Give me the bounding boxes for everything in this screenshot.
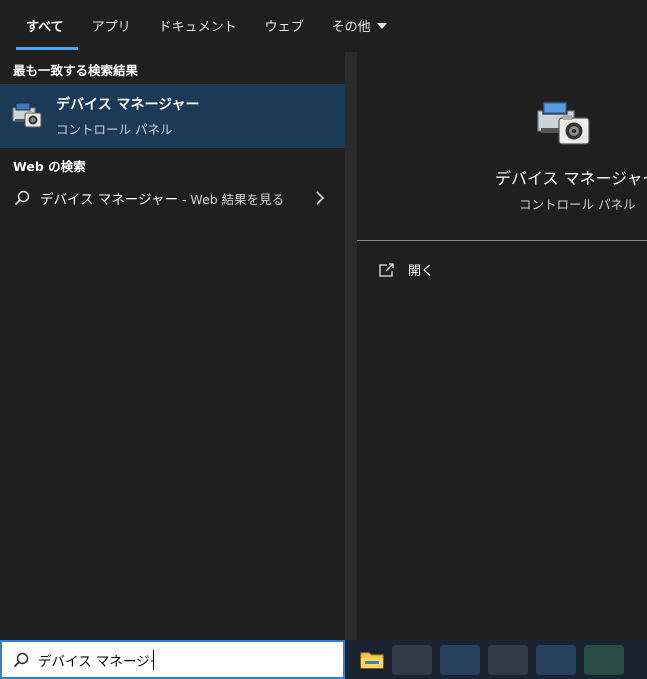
open-icon — [379, 262, 394, 277]
chevron-right-icon[interactable] — [315, 191, 325, 205]
search-box[interactable] — [0, 640, 345, 679]
taskbar-app-icon[interactable] — [488, 644, 528, 675]
preview-title: デバイス マネージャー — [495, 169, 647, 188]
chevron-down-icon — [376, 23, 387, 29]
open-action[interactable]: 開く — [379, 260, 434, 279]
web-search-suffix: - Web 結果を見る — [181, 191, 285, 207]
best-match-title: デバイス マネージャー — [56, 97, 200, 113]
text-cursor — [153, 649, 154, 670]
search-icon — [13, 652, 29, 667]
tab-more[interactable]: その他 — [318, 0, 401, 50]
file-explorer-icon[interactable] — [360, 650, 384, 670]
web-search-item[interactable]: デバイス マネージャー - Web 結果を見る — [0, 180, 345, 216]
web-search-heading: Web の検索 — [13, 159, 86, 174]
tab-all[interactable]: すべて — [14, 0, 78, 50]
device-manager-icon — [12, 102, 42, 128]
search-input[interactable] — [38, 651, 153, 668]
tab-apps[interactable]: アプリ — [78, 0, 145, 50]
preview-divider — [357, 240, 647, 241]
tab-label: ウェブ — [264, 19, 304, 35]
tab-label: ドキュメント — [158, 19, 237, 35]
tab-documents[interactable]: ドキュメント — [145, 0, 251, 50]
tab-web[interactable]: ウェブ — [251, 0, 318, 50]
web-search-query: デバイス マネージャー — [40, 192, 178, 208]
pane-divider — [345, 52, 357, 640]
preview-pane: デバイス マネージャー コントロール パネル 開く — [357, 64, 647, 640]
open-action-label: 開く — [408, 264, 435, 279]
tab-label: その他 — [331, 19, 371, 35]
taskbar-app-icon[interactable] — [440, 644, 480, 675]
results-pane: 最も一致する検索結果 デバイス マネージャー コントロール パネル Web の検… — [0, 52, 345, 640]
tab-label: すべて — [26, 19, 64, 35]
search-icon — [14, 190, 30, 206]
tab-label: アプリ — [91, 19, 131, 35]
filter-tab-bar: すべて アプリ ドキュメント ウェブ その他 — [0, 0, 647, 52]
taskbar-app-icon[interactable] — [392, 644, 432, 675]
best-match-subtitle: コントロール パネル — [56, 122, 173, 137]
taskbar — [345, 640, 647, 679]
preview-subtitle: コントロール パネル — [519, 197, 636, 212]
taskbar-app-icon[interactable] — [536, 644, 576, 675]
best-match-heading: 最も一致する検索結果 — [13, 63, 139, 78]
taskbar-app-icon[interactable] — [584, 644, 624, 675]
best-match-item[interactable]: デバイス マネージャー コントロール パネル — [0, 84, 345, 148]
device-manager-icon — [537, 101, 590, 145]
